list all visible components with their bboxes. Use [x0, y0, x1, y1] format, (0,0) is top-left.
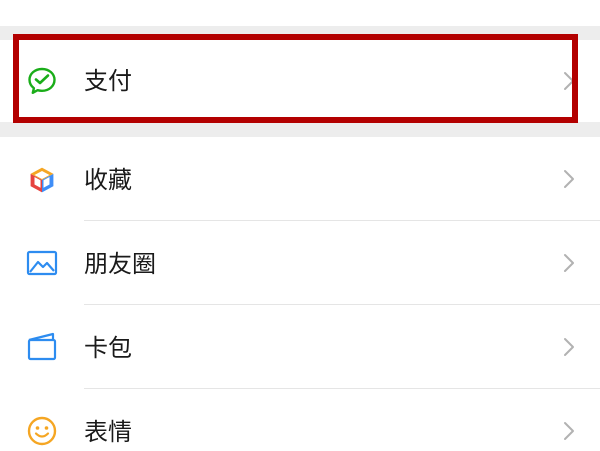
- chevron-right-icon: [562, 70, 576, 92]
- menu-item-pay[interactable]: 支付: [0, 40, 600, 122]
- top-section-strip: [0, 0, 600, 26]
- favorites-cube-icon: [26, 164, 58, 196]
- wechat-pay-icon: [26, 65, 58, 97]
- menu-item-label: 朋友圈: [84, 250, 156, 278]
- moments-image-icon: [26, 247, 58, 279]
- menu-item-label: 表情: [84, 418, 132, 446]
- menu-item-favorites[interactable]: 收藏: [0, 137, 600, 221]
- menu-item-moments[interactable]: 朋友圈: [0, 221, 600, 305]
- chevron-right-icon: [562, 336, 576, 358]
- chevron-right-icon: [562, 252, 576, 274]
- emoji-smile-icon: [26, 415, 58, 447]
- card-wallet-icon: [26, 331, 58, 363]
- menu-item-card-wallet[interactable]: 卡包: [0, 305, 600, 389]
- menu-item-label: 收藏: [84, 166, 132, 194]
- menu-item-label: 支付: [84, 67, 132, 95]
- menu-item-stickers[interactable]: 表情: [0, 389, 600, 451]
- menu-item-label: 卡包: [84, 334, 132, 362]
- chevron-right-icon: [562, 168, 576, 190]
- chevron-right-icon: [562, 420, 576, 442]
